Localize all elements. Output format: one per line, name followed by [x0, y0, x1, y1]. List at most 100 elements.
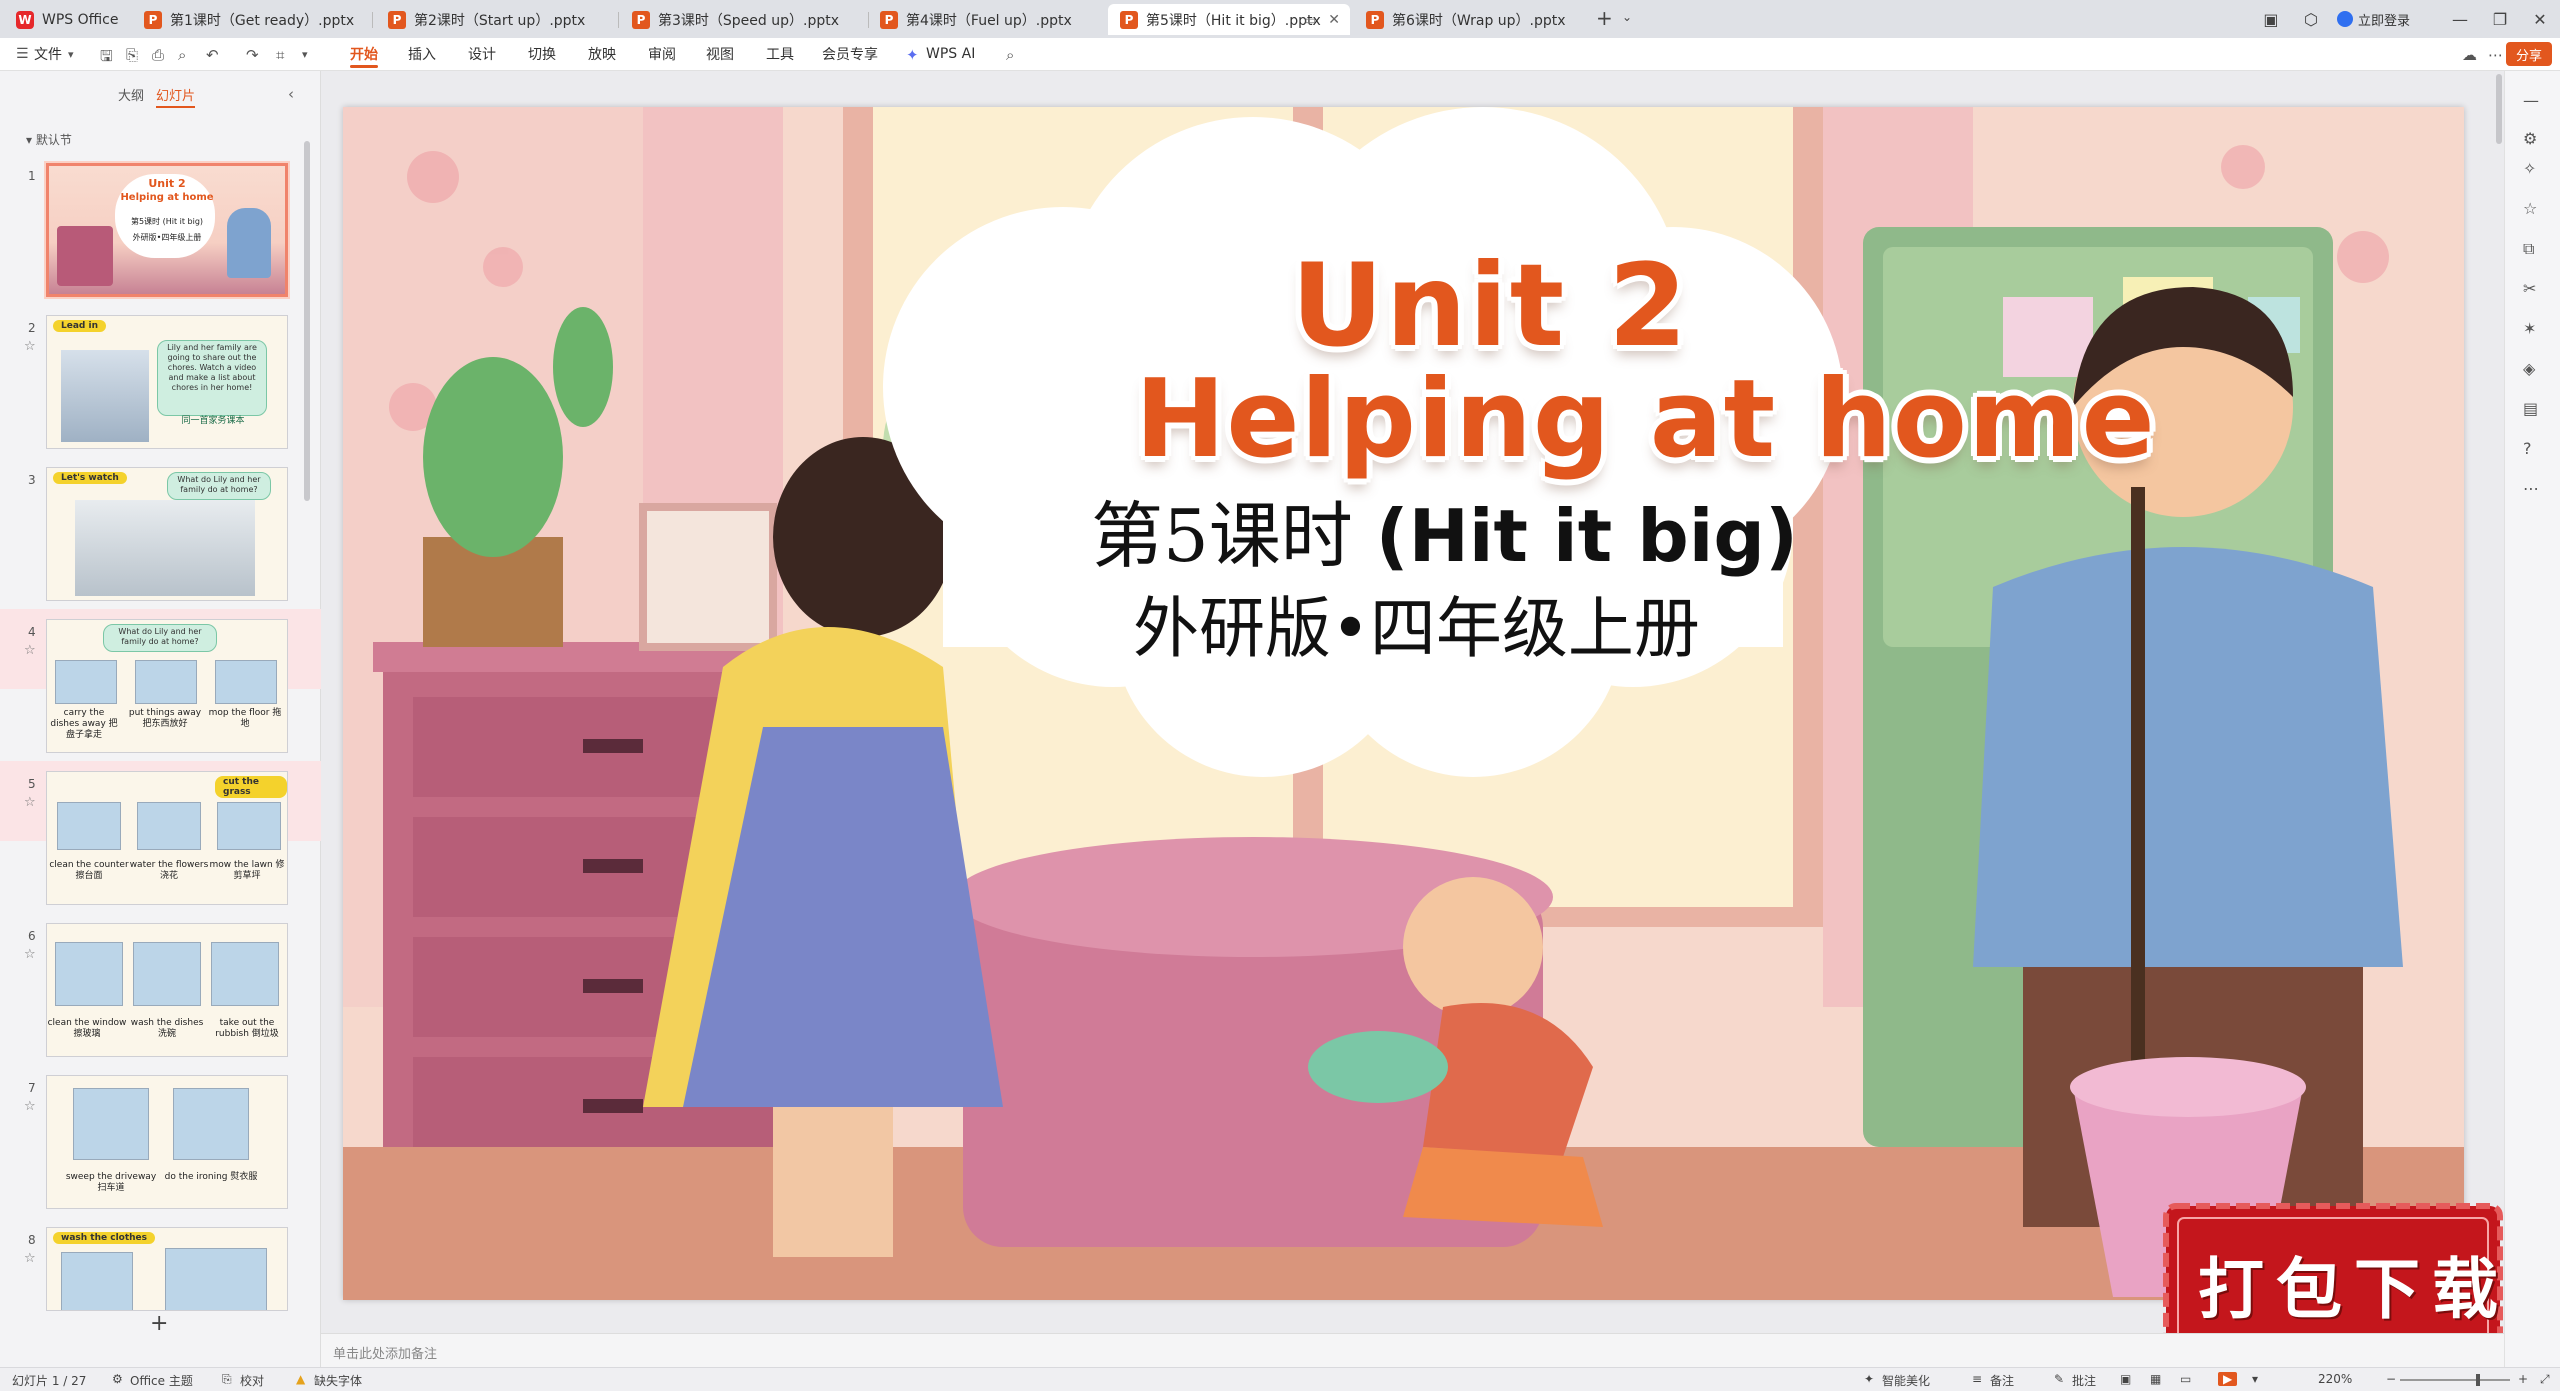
tab-lesson-1[interactable]: P 第1课时（Get ready）.pptx: [132, 4, 368, 35]
panel-scrollbar[interactable]: [304, 141, 310, 501]
minimize-icon[interactable]: —: [2440, 0, 2480, 38]
chevron-left-icon[interactable]: ‹: [288, 85, 294, 103]
theme-name[interactable]: Office 主题: [130, 1372, 193, 1389]
thumb-label: water the flowers 浇花: [129, 860, 209, 881]
book-icon[interactable]: ▤: [2523, 399, 2538, 418]
current-slide[interactable]: Unit 2 Helping at home 第5课时 (Hit it big)…: [343, 107, 2464, 1300]
section-header[interactable]: ▾ 默认节: [26, 131, 72, 148]
tab-lesson-6[interactable]: P 第6课时（Wrap up）.pptx: [1354, 4, 1590, 35]
star-icon[interactable]: ☆: [24, 947, 36, 962]
export-icon[interactable]: ⎘: [126, 46, 138, 64]
ribbon-tab-tools[interactable]: 工具: [766, 38, 794, 70]
tab-lesson-5[interactable]: P 第5课时（Hit it big）.pptx ▭ ✕: [1108, 4, 1350, 35]
proof-button[interactable]: 校对: [240, 1372, 264, 1389]
redo-icon[interactable]: ↷: [246, 46, 259, 64]
ribbon-tab-review[interactable]: 审阅: [648, 38, 676, 70]
chevron-down-icon[interactable]: ▾: [68, 48, 74, 61]
play-icon[interactable]: ▶: [2218, 1372, 2238, 1386]
ribbon-tab-design[interactable]: 设计: [468, 38, 496, 70]
star-icon[interactable]: ☆: [2523, 199, 2537, 218]
star-icon[interactable]: ☆: [24, 643, 36, 658]
file-menu[interactable]: 文件: [34, 38, 62, 70]
tab-lesson-2[interactable]: P 第2课时（Start up）.pptx: [376, 4, 612, 35]
zoom-level[interactable]: 220%: [2318, 1372, 2352, 1386]
tab-slides[interactable]: 幻灯片: [156, 85, 196, 108]
close-icon[interactable]: ✕: [1328, 12, 1340, 28]
copy-icon[interactable]: ⧉: [2523, 239, 2534, 259]
tab-lesson-3[interactable]: P 第3课时（Speed up）.pptx: [620, 4, 864, 35]
ribbon-tab-home[interactable]: 开始: [350, 38, 378, 70]
cube-icon[interactable]: ⬡: [2291, 0, 2331, 38]
print-icon[interactable]: ⎙: [152, 46, 164, 64]
tab-lesson-4[interactable]: P 第4课时（Fuel up）.pptx: [868, 4, 1104, 35]
restore-icon[interactable]: ❐: [2480, 0, 2520, 38]
undo-icon[interactable]: ↶: [206, 46, 219, 64]
thumb-picture: [137, 802, 201, 850]
wps-home-tab[interactable]: W WPS Office: [4, 4, 140, 35]
shape-icon[interactable]: ◈: [2523, 359, 2535, 378]
chevron-down-icon[interactable]: ▾: [302, 48, 308, 61]
tools-icon[interactable]: ✂: [2523, 279, 2536, 298]
slide-thumbnail-6[interactable]: clean the window 擦玻璃 wash the dishes 洗碗 …: [46, 923, 288, 1057]
zoom-slider[interactable]: [2400, 1379, 2510, 1381]
ribbon-tab-member[interactable]: 会员专享: [822, 38, 878, 70]
window-close-icon[interactable]: ✕: [2520, 0, 2560, 38]
new-tab-button[interactable]: +: [1596, 6, 1613, 30]
notes-button[interactable]: 备注: [1990, 1372, 2014, 1389]
help-icon[interactable]: ?: [2523, 439, 2532, 458]
missing-font-button[interactable]: 缺失字体: [314, 1372, 362, 1389]
ai-icon[interactable]: ✧: [2523, 159, 2536, 178]
slide-thumbnail-4[interactable]: What do Lily and her family do at home? …: [46, 619, 288, 753]
minus-icon[interactable]: —: [2523, 91, 2539, 110]
more-icon[interactable]: ⋯: [2523, 479, 2539, 498]
share-button[interactable]: 分享: [2505, 42, 2552, 66]
star-icon[interactable]: ☆: [24, 1251, 36, 1266]
slide-thumbnail-5[interactable]: cut the grass clean the counter 擦台面 wate…: [46, 771, 288, 905]
thumb-label: mow the lawn 修剪草坪: [209, 860, 285, 881]
ribbon-tab-wps-ai[interactable]: WPS AI: [926, 38, 975, 70]
beautify-button[interactable]: 智能美化: [1882, 1372, 1930, 1389]
zoom-in-icon[interactable]: +: [2518, 1372, 2528, 1386]
zoom-slider-knob[interactable]: [2476, 1374, 2480, 1386]
star-icon[interactable]: ☆: [24, 339, 36, 354]
slide-thumbnail-1[interactable]: Unit 2 Helping at home 第5课时 (Hit it big)…: [46, 163, 288, 297]
layout-icon[interactable]: ▣: [2251, 0, 2291, 38]
menu-icon[interactable]: ☰: [16, 46, 29, 62]
monitor-icon[interactable]: ▭: [1305, 13, 1316, 27]
zoom-out-icon[interactable]: −: [2386, 1372, 2396, 1386]
ribbon-tab-view[interactable]: 视图: [706, 38, 734, 70]
chevron-down-icon[interactable]: ⌄: [1622, 10, 1632, 24]
login-button[interactable]: 立即登录: [2336, 10, 2410, 29]
cloud-icon[interactable]: ☁: [2462, 46, 2477, 64]
star-icon[interactable]: ☆: [24, 1099, 36, 1114]
format-painter-icon[interactable]: ⌗: [276, 46, 284, 64]
thumb-picture: [173, 1088, 249, 1160]
ribbon-tab-slideshow[interactable]: 放映: [588, 38, 616, 70]
chevron-down-icon[interactable]: ▾: [2252, 1372, 2258, 1386]
slide-thumbnail-2[interactable]: Lead in Lily and her family are going to…: [46, 315, 288, 449]
canvas-scrollbar[interactable]: [2496, 74, 2502, 144]
search-icon[interactable]: ⌕: [1006, 46, 1014, 64]
ribbon-tab-transition[interactable]: 切换: [528, 38, 556, 70]
magic-icon[interactable]: ✶: [2523, 319, 2536, 338]
notes-pane[interactable]: 单击此处添加备注: [321, 1333, 2504, 1368]
more-icon[interactable]: ⋯: [2488, 46, 2503, 64]
add-slide-button[interactable]: +: [150, 1311, 168, 1336]
thumb-label: do the ironing 熨衣服: [164, 1172, 258, 1182]
star-icon[interactable]: ☆: [24, 795, 36, 810]
fit-icon[interactable]: ⤢: [2540, 1372, 2550, 1387]
tab-label: 第6课时（Wrap up）.pptx: [1392, 12, 1566, 29]
slide-thumbnail-3[interactable]: Let's watch What do Lily and her family …: [46, 467, 288, 601]
reading-view-icon[interactable]: ▭: [2180, 1372, 2191, 1386]
ribbon-tab-insert[interactable]: 插入: [408, 38, 436, 70]
preview-icon[interactable]: ⌕: [178, 46, 186, 64]
slide-thumbnail-8[interactable]: wash the clothes: [46, 1227, 288, 1311]
normal-view-icon[interactable]: ▣: [2120, 1372, 2131, 1386]
sorter-view-icon[interactable]: ▦: [2150, 1372, 2161, 1386]
slide-thumbnail-7[interactable]: sweep the driveway 扫车道 do the ironing 熨衣…: [46, 1075, 288, 1209]
adjust-icon[interactable]: ⚙: [2523, 129, 2537, 148]
comment-button[interactable]: 批注: [2072, 1372, 2096, 1389]
ribbon: ☰ 文件 ▾ 🖫 ⎘ ⎙ ⌕ ↶ ↷ ⌗ ▾ 开始 插入 设计 切换 放映 审阅…: [0, 38, 2560, 71]
save-icon[interactable]: 🖫: [100, 46, 113, 71]
tab-outline[interactable]: 大纲: [118, 85, 144, 104]
